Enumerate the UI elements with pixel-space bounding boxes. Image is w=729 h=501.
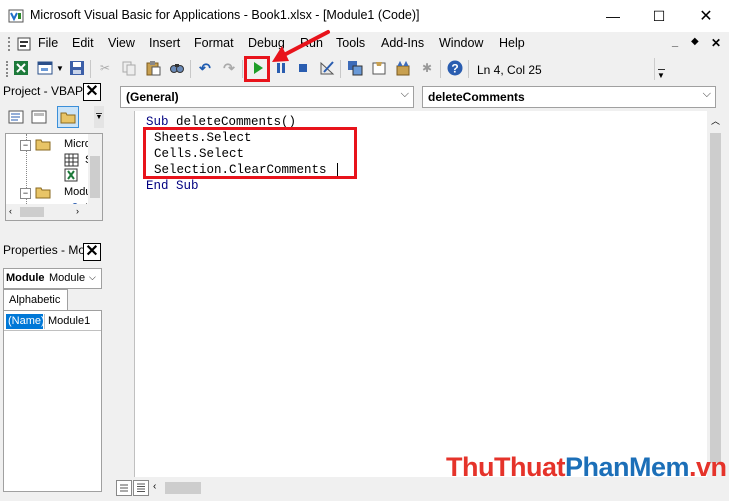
menu-file[interactable]: File (38, 36, 58, 50)
properties-panel-title: Properties - Mo (3, 243, 86, 257)
toolbar-options-icon[interactable]: ▼ (654, 58, 667, 80)
project-tree: − Micro S − Modu I ‹ › (5, 133, 103, 221)
redo-icon[interactable]: ↷ (220, 59, 238, 77)
view-excel-icon[interactable] (12, 59, 30, 77)
toggle-folders-icon[interactable] (57, 106, 79, 128)
mdi-minimize-button[interactable]: _ (672, 36, 678, 48)
mdi-close-button[interactable]: ✕ (711, 36, 721, 50)
cut-icon[interactable]: ✂ (96, 59, 114, 77)
scroll-left-icon[interactable]: ‹ (9, 206, 12, 216)
object-browser-icon[interactable] (394, 59, 412, 77)
grip-icon (8, 37, 14, 51)
watermark-part3: .vn (689, 452, 727, 482)
project-panel-title: Project - VBAPr (3, 84, 88, 98)
code-highlight-box (143, 127, 357, 179)
excel-menu-icon[interactable] (16, 37, 32, 51)
procedure-view-icon[interactable] (116, 480, 132, 496)
watermark-logo: ThuThuatPhanMem.vn (446, 452, 727, 483)
worksheet-icon[interactable] (64, 153, 80, 167)
menu-insert[interactable]: Insert (149, 36, 180, 50)
svg-text:?: ? (451, 62, 458, 76)
close-button[interactable]: ✕ (683, 0, 729, 32)
object-name: Module (6, 272, 45, 284)
undo-icon[interactable]: ↶ (196, 59, 214, 77)
toolbox-icon[interactable]: ✱ (418, 59, 436, 77)
pane-splitter[interactable] (104, 82, 110, 501)
menu-format[interactable]: Format (194, 36, 234, 50)
insert-userform-icon[interactable] (36, 59, 54, 77)
maximize-button[interactable]: ☐ (636, 0, 682, 32)
toolbar-separator (90, 60, 91, 78)
scroll-right-icon[interactable]: › (76, 206, 79, 216)
code-vertical-scrollbar[interactable]: ︿ (707, 111, 724, 477)
chevron-down-icon: ⌵ (702, 88, 711, 100)
object-combo[interactable]: (General) ⌵ (120, 86, 414, 108)
object-combo-value: (General) (126, 90, 179, 104)
folder-icon (35, 137, 51, 151)
tree-horizontal-scrollbar[interactable]: ‹ › (6, 204, 102, 220)
menu-tools[interactable]: Tools (336, 36, 365, 50)
properties-panel-close-icon[interactable]: ✕ (83, 243, 101, 261)
cursor-position-status: Ln 4, Col 25 (477, 63, 542, 77)
procedure-combo[interactable]: deleteComments ⌵ (422, 86, 716, 108)
workbook-icon[interactable] (64, 168, 80, 182)
code-margin-indicator-bar[interactable] (114, 111, 135, 477)
mdi-restore-button[interactable]: ◆ (691, 36, 699, 47)
toolbar-separator (468, 60, 469, 78)
tree-item-microsoft-excel-objects[interactable]: Micro (64, 138, 91, 150)
chevron-down-icon: ⌵ (400, 88, 409, 100)
procedure-combo-value: deleteComments (428, 90, 525, 104)
copy-icon[interactable] (120, 59, 138, 77)
find-icon[interactable] (168, 59, 186, 77)
window-title: Microsoft Visual Basic for Applications … (30, 8, 420, 22)
tree-vertical-scrollbar[interactable] (88, 134, 102, 204)
menu-add-ins[interactable]: Add-Ins (381, 36, 424, 50)
vba-app-icon (8, 8, 24, 24)
scroll-left-icon[interactable]: ‹ (153, 481, 156, 492)
scroll-up-icon[interactable]: ︿ (711, 114, 720, 127)
code-line-5[interactable]: End Sub (146, 179, 199, 193)
property-name: (Name) (8, 315, 45, 327)
toolbar-separator (242, 60, 243, 78)
project-panel-close-icon[interactable]: ✕ (83, 83, 101, 101)
property-value-cell[interactable]: Module1 (44, 314, 99, 329)
menu-window[interactable]: Window (439, 36, 483, 50)
properties-grid: (Name) Module1 (3, 310, 102, 492)
toolbar-separator (440, 60, 441, 78)
toolbar-separator (340, 60, 341, 78)
watermark-part2: PhanMem (564, 452, 690, 482)
full-module-view-icon[interactable] (133, 480, 149, 496)
chevron-down-icon: ⌵ (89, 272, 96, 282)
scrollbar-thumb[interactable] (710, 133, 721, 463)
view-code-icon[interactable] (8, 109, 24, 125)
grid-divider (4, 330, 101, 331)
annotation-arrow-icon (272, 30, 330, 62)
tree-expander-icon[interactable]: − (20, 140, 31, 151)
watermark-part1: ThuThuat (446, 452, 565, 482)
properties-object-select[interactable]: Module Module ⌵ (3, 268, 102, 289)
properties-window-icon[interactable] (370, 59, 388, 77)
view-object-icon[interactable] (31, 109, 47, 125)
folder-icon (35, 185, 51, 199)
menu-edit[interactable]: Edit (72, 36, 94, 50)
scrollbar-thumb[interactable] (20, 207, 44, 217)
tab-alphabetic[interactable]: Alphabetic (3, 289, 68, 311)
property-name-cell[interactable]: (Name) (6, 314, 45, 329)
project-explorer-icon[interactable] (346, 59, 364, 77)
toolbar-separator (190, 60, 191, 78)
paste-icon[interactable] (144, 59, 162, 77)
object-type: Module (49, 272, 86, 284)
tab-alphabetic-label: Alphabetic (9, 294, 61, 306)
scrollbar-thumb[interactable] (90, 156, 100, 198)
tree-expander-icon[interactable]: − (20, 188, 31, 199)
minimize-button[interactable]: — (590, 0, 636, 32)
panel-toolbar-options-icon[interactable]: ▼ (94, 106, 104, 128)
save-icon[interactable] (68, 59, 86, 77)
property-value: Module1 (48, 315, 91, 327)
dropdown-arrow-icon[interactable]: ▼ (56, 64, 64, 73)
menu-help[interactable]: Help (499, 36, 525, 50)
help-icon[interactable]: ? (446, 59, 464, 77)
scrollbar-thumb[interactable] (165, 482, 201, 494)
menu-view[interactable]: View (108, 36, 135, 50)
